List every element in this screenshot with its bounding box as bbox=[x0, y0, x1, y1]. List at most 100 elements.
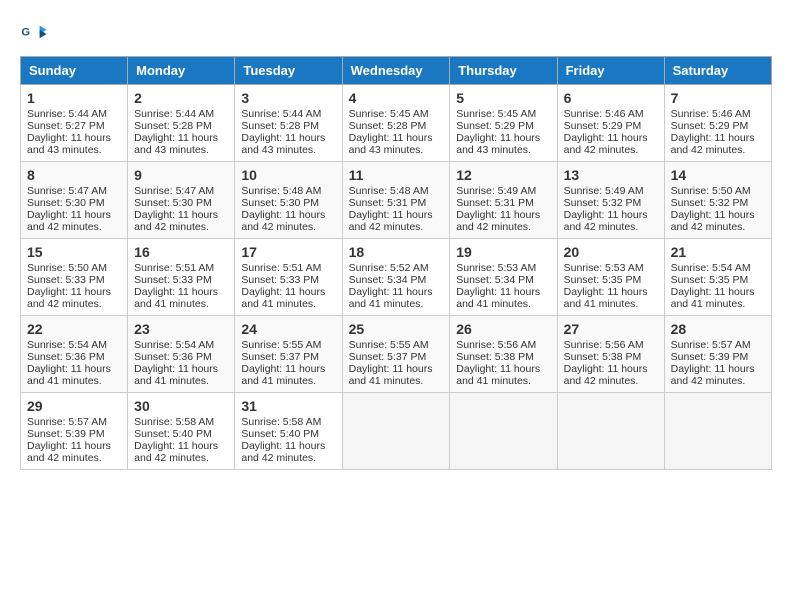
day-info-line: Daylight: 11 hours bbox=[456, 132, 550, 144]
day-info-line: Sunrise: 5:55 AM bbox=[349, 339, 444, 351]
day-info-line: Daylight: 11 hours bbox=[241, 132, 335, 144]
day-info-line: and 42 minutes. bbox=[134, 221, 228, 233]
day-info-line: Sunrise: 5:48 AM bbox=[241, 185, 335, 197]
day-info-line: Daylight: 11 hours bbox=[349, 286, 444, 298]
day-info-line: Sunset: 5:38 PM bbox=[456, 351, 550, 363]
day-info-line: Daylight: 11 hours bbox=[134, 132, 228, 144]
calendar-cell: 8Sunrise: 5:47 AMSunset: 5:30 PMDaylight… bbox=[21, 162, 128, 239]
day-info-line: Sunset: 5:39 PM bbox=[671, 351, 765, 363]
day-number: 4 bbox=[349, 90, 444, 106]
day-number: 28 bbox=[671, 321, 765, 337]
calendar-cell: 4Sunrise: 5:45 AMSunset: 5:28 PMDaylight… bbox=[342, 85, 450, 162]
weekday-header-monday: Monday bbox=[128, 57, 235, 85]
calendar-cell: 14Sunrise: 5:50 AMSunset: 5:32 PMDayligh… bbox=[664, 162, 771, 239]
calendar-cell: 11Sunrise: 5:48 AMSunset: 5:31 PMDayligh… bbox=[342, 162, 450, 239]
calendar-cell: 2Sunrise: 5:44 AMSunset: 5:28 PMDaylight… bbox=[128, 85, 235, 162]
day-info-line: Daylight: 11 hours bbox=[456, 286, 550, 298]
weekday-header-friday: Friday bbox=[557, 57, 664, 85]
day-info-line: Sunset: 5:32 PM bbox=[671, 197, 765, 209]
calendar-week-4: 22Sunrise: 5:54 AMSunset: 5:36 PMDayligh… bbox=[21, 316, 772, 393]
day-info-line: and 42 minutes. bbox=[241, 452, 335, 464]
day-info-line: Sunrise: 5:51 AM bbox=[241, 262, 335, 274]
calendar-cell bbox=[450, 393, 557, 470]
weekday-header-sunday: Sunday bbox=[21, 57, 128, 85]
day-info-line: Daylight: 11 hours bbox=[456, 209, 550, 221]
calendar-cell: 18Sunrise: 5:52 AMSunset: 5:34 PMDayligh… bbox=[342, 239, 450, 316]
day-info-line: Sunrise: 5:44 AM bbox=[241, 108, 335, 120]
day-info-line: Daylight: 11 hours bbox=[564, 132, 658, 144]
day-info-line: Sunset: 5:30 PM bbox=[134, 197, 228, 209]
day-info-line: Daylight: 11 hours bbox=[27, 363, 121, 375]
calendar-week-2: 8Sunrise: 5:47 AMSunset: 5:30 PMDaylight… bbox=[21, 162, 772, 239]
day-info-line: Sunrise: 5:49 AM bbox=[564, 185, 658, 197]
day-info-line: Sunset: 5:29 PM bbox=[456, 120, 550, 132]
day-info-line: and 43 minutes. bbox=[349, 144, 444, 156]
day-info-line: and 41 minutes. bbox=[134, 375, 228, 387]
day-info-line: Sunrise: 5:46 AM bbox=[671, 108, 765, 120]
day-info-line: Sunset: 5:37 PM bbox=[349, 351, 444, 363]
day-info-line: and 41 minutes. bbox=[349, 298, 444, 310]
day-info-line: Daylight: 11 hours bbox=[27, 286, 121, 298]
calendar-cell: 7Sunrise: 5:46 AMSunset: 5:29 PMDaylight… bbox=[664, 85, 771, 162]
day-info-line: Sunset: 5:40 PM bbox=[134, 428, 228, 440]
weekday-header-thursday: Thursday bbox=[450, 57, 557, 85]
day-info-line: Sunset: 5:28 PM bbox=[134, 120, 228, 132]
day-info-line: Sunrise: 5:56 AM bbox=[456, 339, 550, 351]
day-info-line: Daylight: 11 hours bbox=[564, 363, 658, 375]
day-info-line: Sunrise: 5:48 AM bbox=[349, 185, 444, 197]
day-info-line: Sunrise: 5:44 AM bbox=[134, 108, 228, 120]
day-info-line: Daylight: 11 hours bbox=[671, 132, 765, 144]
day-info-line: Sunset: 5:36 PM bbox=[134, 351, 228, 363]
day-info-line: Sunrise: 5:55 AM bbox=[241, 339, 335, 351]
day-number: 10 bbox=[241, 167, 335, 183]
day-info-line: Daylight: 11 hours bbox=[134, 440, 228, 452]
day-number: 31 bbox=[241, 398, 335, 414]
day-info-line: Sunset: 5:34 PM bbox=[456, 274, 550, 286]
day-info-line: and 41 minutes. bbox=[564, 298, 658, 310]
calendar-table: SundayMondayTuesdayWednesdayThursdayFrid… bbox=[20, 56, 772, 470]
day-info-line: and 41 minutes. bbox=[349, 375, 444, 387]
day-number: 25 bbox=[349, 321, 444, 337]
day-number: 18 bbox=[349, 244, 444, 260]
day-number: 5 bbox=[456, 90, 550, 106]
calendar-cell: 6Sunrise: 5:46 AMSunset: 5:29 PMDaylight… bbox=[557, 85, 664, 162]
calendar-cell: 30Sunrise: 5:58 AMSunset: 5:40 PMDayligh… bbox=[128, 393, 235, 470]
calendar-cell: 12Sunrise: 5:49 AMSunset: 5:31 PMDayligh… bbox=[450, 162, 557, 239]
day-info-line: Sunrise: 5:53 AM bbox=[456, 262, 550, 274]
day-info-line: Daylight: 11 hours bbox=[564, 286, 658, 298]
day-info-line: Sunrise: 5:50 AM bbox=[27, 262, 121, 274]
day-info-line: Sunset: 5:36 PM bbox=[27, 351, 121, 363]
day-info-line: Daylight: 11 hours bbox=[27, 209, 121, 221]
day-info-line: Daylight: 11 hours bbox=[241, 286, 335, 298]
day-info-line: Sunset: 5:28 PM bbox=[241, 120, 335, 132]
day-info-line: Sunrise: 5:58 AM bbox=[241, 416, 335, 428]
day-info-line: and 43 minutes. bbox=[456, 144, 550, 156]
calendar-cell: 23Sunrise: 5:54 AMSunset: 5:36 PMDayligh… bbox=[128, 316, 235, 393]
day-info-line: Sunset: 5:35 PM bbox=[671, 274, 765, 286]
calendar-cell: 10Sunrise: 5:48 AMSunset: 5:30 PMDayligh… bbox=[235, 162, 342, 239]
calendar-week-3: 15Sunrise: 5:50 AMSunset: 5:33 PMDayligh… bbox=[21, 239, 772, 316]
day-info-line: Sunrise: 5:53 AM bbox=[564, 262, 658, 274]
day-info-line: Sunset: 5:32 PM bbox=[564, 197, 658, 209]
day-info-line: and 42 minutes. bbox=[134, 452, 228, 464]
calendar-cell: 29Sunrise: 5:57 AMSunset: 5:39 PMDayligh… bbox=[21, 393, 128, 470]
day-number: 24 bbox=[241, 321, 335, 337]
calendar-cell: 5Sunrise: 5:45 AMSunset: 5:29 PMDaylight… bbox=[450, 85, 557, 162]
day-info-line: Sunrise: 5:57 AM bbox=[671, 339, 765, 351]
day-info-line: Sunrise: 5:56 AM bbox=[564, 339, 658, 351]
day-info-line: Daylight: 11 hours bbox=[349, 209, 444, 221]
day-number: 29 bbox=[27, 398, 121, 414]
svg-text:G: G bbox=[21, 26, 30, 38]
calendar-cell: 16Sunrise: 5:51 AMSunset: 5:33 PMDayligh… bbox=[128, 239, 235, 316]
day-info-line: Sunset: 5:33 PM bbox=[27, 274, 121, 286]
day-info-line: Daylight: 11 hours bbox=[564, 209, 658, 221]
day-number: 19 bbox=[456, 244, 550, 260]
day-info-line: Sunrise: 5:47 AM bbox=[27, 185, 121, 197]
calendar-cell: 22Sunrise: 5:54 AMSunset: 5:36 PMDayligh… bbox=[21, 316, 128, 393]
day-info-line: Sunset: 5:31 PM bbox=[456, 197, 550, 209]
calendar-cell: 19 Sunrise: 5:53 AMSunset: 5:34 PMDayligh… bbox=[450, 239, 557, 316]
day-info-line: Daylight: 11 hours bbox=[456, 363, 550, 375]
day-number: 26 bbox=[456, 321, 550, 337]
day-info-line: Sunset: 5:39 PM bbox=[27, 428, 121, 440]
day-info-line: Sunrise: 5:54 AM bbox=[671, 262, 765, 274]
